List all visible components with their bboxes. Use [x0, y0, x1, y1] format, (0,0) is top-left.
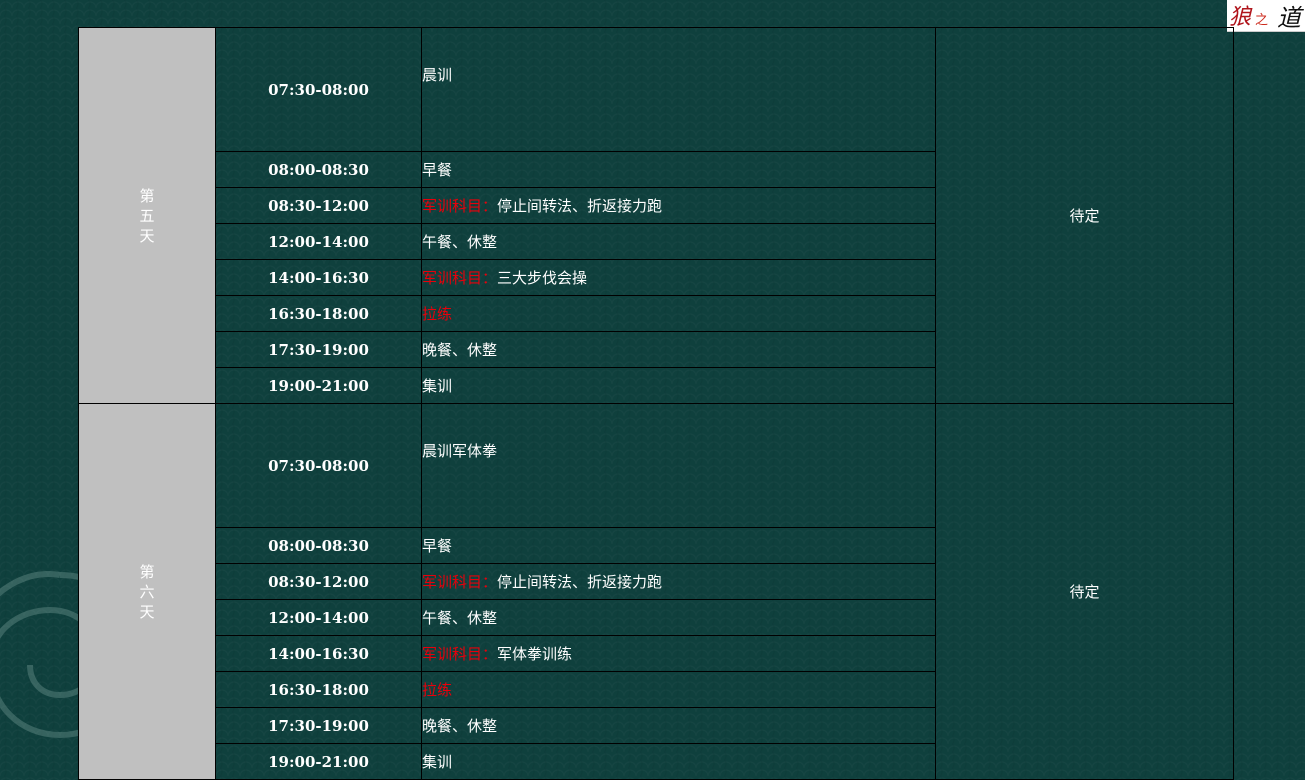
time-slot: 12:00-14:00 [215, 223, 422, 260]
activity-text: 集训 [422, 753, 453, 771]
time-slot: 08:00-08:30 [215, 527, 422, 564]
day-label-char: 五 [139, 206, 155, 225]
day-label-char: 六 [139, 582, 155, 601]
training-subject-label: 拉练 [422, 305, 453, 323]
activity-text: 晨训军体拳 [422, 442, 498, 460]
activity-cell: 晨训 [421, 27, 936, 152]
training-subject-label: 军训科目： [422, 269, 498, 287]
schedule-row: 第六天 07:30-08:00 晨训军体拳 待定 [78, 403, 1234, 780]
activity-text: 三大步伐会操 [497, 269, 588, 287]
activity-cell: 拉练 [421, 671, 936, 708]
time-slot: 08:30-12:00 [215, 563, 422, 600]
activity-text: 晨训 [422, 66, 453, 84]
activity-cell: 军训科目：停止间转法、折返接力跑 [421, 563, 936, 600]
activity-text: 集训 [422, 377, 453, 395]
time-slot: 08:00-08:30 [215, 151, 422, 188]
activity-text: 午餐、休整 [422, 609, 498, 627]
activity-cell: 集训 [421, 367, 936, 404]
time-slot: 08:30-12:00 [215, 187, 422, 224]
svg-text:之: 之 [1255, 13, 1268, 28]
activity-cell: 晚餐、休整 [421, 331, 936, 368]
activity-cell: 军训科目：停止间转法、折返接力跑 [421, 187, 936, 224]
day-label-char: 天 [139, 226, 155, 245]
time-slot: 14:00-16:30 [215, 635, 422, 672]
day-label: 第六天 [78, 403, 216, 780]
activity-text: 军体拳训练 [497, 645, 573, 663]
time-slot: 07:30-08:00 [215, 403, 422, 528]
time-slot: 16:30-18:00 [215, 671, 422, 708]
day-note: 待定 [935, 403, 1234, 780]
activity-cell: 军训科目：三大步伐会操 [421, 259, 936, 296]
activity-cell: 晨训军体拳 [421, 403, 936, 528]
activity-cell: 早餐 [421, 151, 936, 188]
day-label-char: 天 [139, 602, 155, 621]
time-slot: 17:30-19:00 [215, 707, 422, 744]
training-subject-label: 拉练 [422, 681, 453, 699]
activity-cell: 午餐、休整 [421, 599, 936, 636]
training-subject-label: 军训科目： [422, 197, 498, 215]
activity-text: 晚餐、休整 [422, 341, 498, 359]
activity-text: 早餐 [422, 161, 453, 179]
day-label-char: 第 [139, 186, 155, 205]
activity-text: 晚餐、休整 [422, 717, 498, 735]
time-slot: 07:30-08:00 [215, 27, 422, 152]
svg-text:道: 道 [1277, 4, 1304, 31]
time-slot: 19:00-21:00 [215, 367, 422, 404]
day-note: 待定 [935, 27, 1234, 404]
activity-text: 午餐、休整 [422, 233, 498, 251]
activity-cell: 早餐 [421, 527, 936, 564]
day-label-char: 第 [139, 562, 155, 581]
schedule-table: 第五天 07:30-08:00 晨训 待定 08:00-08:30 早餐 08:30-12:… [78, 27, 1234, 780]
activity-text: 停止间转法、折返接力跑 [497, 197, 663, 215]
activity-cell: 拉练 [421, 295, 936, 332]
brand-logo: 狼 之 道 [1227, 0, 1305, 32]
time-slot: 17:30-19:00 [215, 331, 422, 368]
time-slot: 19:00-21:00 [215, 743, 422, 780]
time-slot: 14:00-16:30 [215, 259, 422, 296]
activity-text: 停止间转法、折返接力跑 [497, 573, 663, 591]
activity-text: 早餐 [422, 537, 453, 555]
activity-cell: 晚餐、休整 [421, 707, 936, 744]
activity-cell: 军训科目：军体拳训练 [421, 635, 936, 672]
activity-cell: 午餐、休整 [421, 223, 936, 260]
day-label: 第五天 [78, 27, 216, 404]
time-slot: 16:30-18:00 [215, 295, 422, 332]
time-slot: 12:00-14:00 [215, 599, 422, 636]
schedule-row: 第五天 07:30-08:00 晨训 待定 [78, 27, 1234, 404]
training-subject-label: 军训科目： [422, 645, 498, 663]
training-subject-label: 军训科目： [422, 573, 498, 591]
activity-cell: 集训 [421, 743, 936, 780]
